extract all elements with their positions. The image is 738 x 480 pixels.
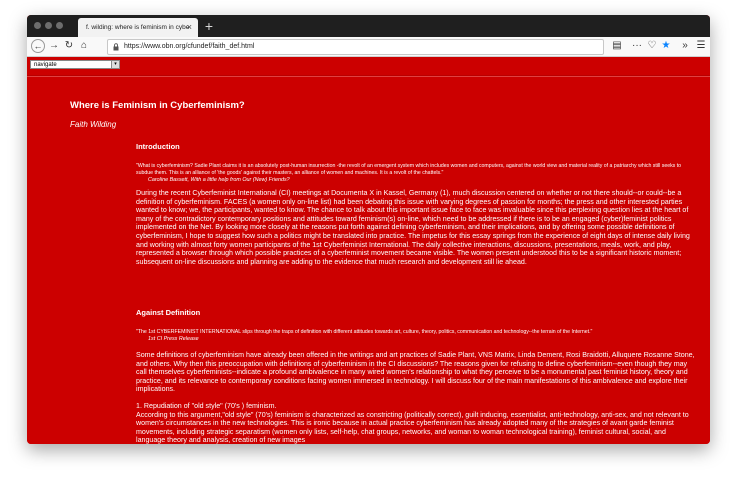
epigraph-quote: "The 1st CYBERFEMINIST INTERNATIONAL sli…	[136, 329, 593, 335]
section-against-definition: Against Definition "The 1st CYBERFEMINIS…	[136, 308, 696, 444]
epigraph-quote: "What is cyberfeminism? Sadie Plant clai…	[136, 163, 682, 176]
hamburger-menu-icon[interactable]: ☰	[694, 39, 708, 53]
section-heading: Against Definition	[136, 308, 201, 317]
reload-icon[interactable]: ↻	[62, 39, 76, 53]
forward-arrow-icon[interactable]: →	[47, 39, 61, 53]
close-window-icon[interactable]	[34, 22, 41, 29]
body-paragraph: During the recent Cyberfeminist Internat…	[136, 189, 690, 266]
section-introduction: Introduction "What is cyberfeminism? Sad…	[136, 142, 696, 266]
bookmark-star-icon[interactable]: ★	[659, 39, 673, 53]
divider	[27, 75, 710, 77]
author-name: Faith Wilding	[70, 120, 117, 129]
tab-active[interactable]: f. wilding: where is feminism in cybe ×	[78, 18, 198, 37]
section-heading: Introduction	[136, 142, 180, 151]
title-bar: f. wilding: where is feminism in cybe × …	[27, 15, 710, 37]
chevron-down-icon: ▾	[111, 61, 119, 68]
back-arrow-icon[interactable]: ←	[31, 39, 45, 53]
minimize-window-icon[interactable]	[45, 22, 52, 29]
zoom-window-icon[interactable]	[56, 22, 63, 29]
list-heading: 1. Repudiation of "old style" (70's ) fe…	[136, 401, 277, 410]
epigraph-source: Caroline Bassett, With a little help fro…	[148, 177, 290, 183]
address-bar[interactable]: https://www.obn.org/cfundef/faith_def.ht…	[107, 39, 604, 55]
page-content: navigate ▾ Where is Feminism in Cyberfem…	[27, 57, 710, 444]
body-paragraph: Some definitions of cyberfeminism have a…	[136, 351, 695, 394]
page-actions-icon[interactable]: ···	[630, 39, 644, 53]
navigate-select-label: navigate	[34, 62, 57, 68]
navigation-toolbar: ← → ↻ ⌂ https://www.obn.org/cfundef/fait…	[27, 37, 710, 57]
home-icon[interactable]: ⌂	[77, 39, 91, 53]
new-tab-icon[interactable]: +	[201, 18, 217, 34]
page-title: Where is Feminism in Cyberfeminism?	[70, 100, 245, 111]
lock-icon	[113, 43, 119, 51]
browser-window: f. wilding: where is feminism in cybe × …	[27, 15, 710, 444]
epigraph-source: 1st CI Press Release	[148, 336, 199, 342]
url-text: https://www.obn.org/cfundef/faith_def.ht…	[124, 43, 255, 50]
navigate-select[interactable]: navigate ▾	[30, 60, 120, 69]
tab-title: f. wilding: where is feminism in cybe	[86, 24, 190, 31]
pocket-icon[interactable]: ♡	[645, 39, 659, 53]
tab-close-icon[interactable]: ×	[187, 18, 192, 37]
reader-view-icon[interactable]: ▤	[610, 39, 624, 53]
overflow-chevron-icon[interactable]: »	[678, 39, 692, 53]
body-paragraph: According to this argument,"old style" (…	[136, 410, 689, 444]
